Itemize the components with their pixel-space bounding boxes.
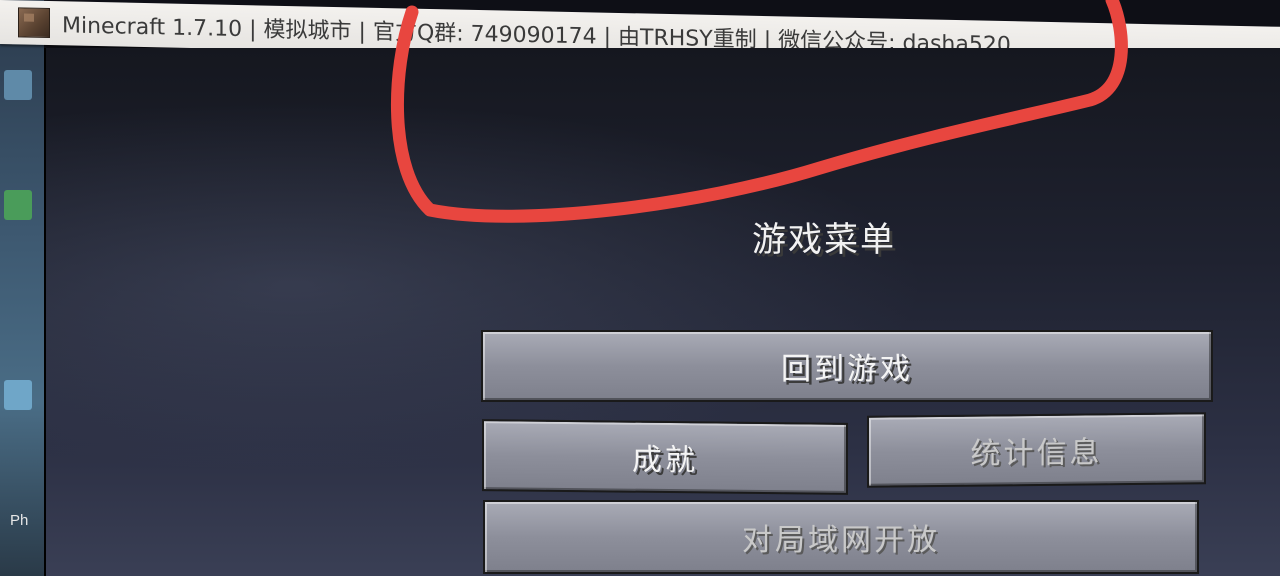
desktop-app-icon[interactable] — [4, 190, 32, 220]
game-menu-title: 游戏菜单 — [752, 220, 896, 260]
desktop-icon-label: Ph — [10, 512, 29, 529]
open-to-lan-button[interactable]: 对局域网开放 — [483, 500, 1199, 574]
desktop-app-icon[interactable] — [4, 70, 32, 100]
minecraft-block-icon — [18, 7, 50, 39]
back-to-game-button[interactable]: 回到游戏 — [481, 330, 1213, 402]
achievements-button[interactable]: 成就 — [482, 419, 848, 495]
statistics-button[interactable]: 统计信息 — [867, 412, 1206, 488]
game-viewport — [44, 48, 1280, 576]
desktop-app-icon[interactable] — [4, 380, 32, 410]
desktop-background: Ph — [0, 0, 44, 576]
